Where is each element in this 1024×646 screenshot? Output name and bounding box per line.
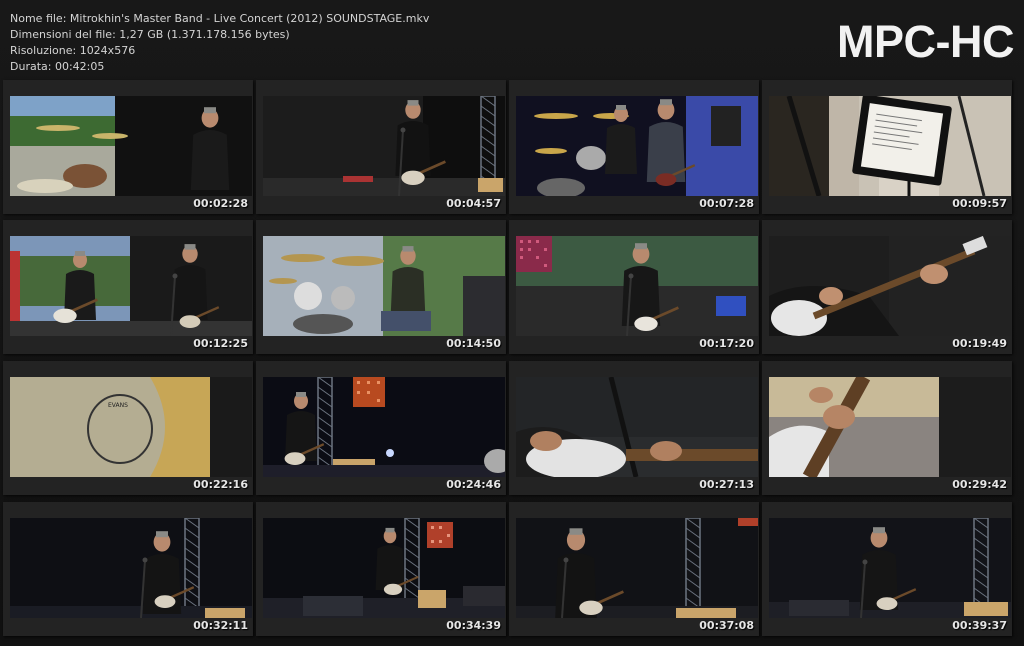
timestamp-label: 00:27:13 — [699, 478, 754, 491]
video-frame-image — [263, 518, 505, 618]
video-frame-image — [516, 518, 758, 618]
thumbnail-frame: 00:02:28 — [3, 80, 253, 214]
thumbnail-frame: 00:24:46 — [256, 361, 506, 495]
thumbnail-frame: 00:07:28 — [509, 80, 759, 214]
timestamp-label: 00:02:28 — [193, 197, 248, 210]
video-frame-image — [516, 236, 758, 336]
thumbnail-frame: 00:12:25 — [3, 220, 253, 354]
timestamp-label: 00:32:11 — [193, 619, 248, 632]
svg-text:EVANS: EVANS — [108, 402, 128, 409]
timestamp-label: 00:17:20 — [699, 337, 754, 350]
timestamp-label: 00:39:37 — [952, 619, 1007, 632]
video-frame-image — [10, 518, 252, 618]
video-frame-image — [263, 96, 505, 196]
video-frame-image — [10, 236, 252, 336]
timestamp-label: 00:04:57 — [446, 197, 501, 210]
timestamp-label: 00:07:28 — [699, 197, 754, 210]
video-frame-image — [769, 96, 1011, 196]
video-frame-image — [516, 96, 758, 196]
thumbnail-frame: EVANS 00:22:16 — [3, 361, 253, 495]
timestamp-label: 00:29:42 — [952, 478, 1007, 491]
timestamp-label: 00:09:57 — [952, 197, 1007, 210]
timestamp-label: 00:14:50 — [446, 337, 501, 350]
thumbnail-frame: 00:17:20 — [509, 220, 759, 354]
timestamp-label: 00:37:08 — [699, 619, 754, 632]
thumbnail-frame: 00:09:57 — [762, 80, 1012, 214]
thumbnail-frame: 00:04:57 — [256, 80, 506, 214]
thumbnail-frame: 00:19:49 — [762, 220, 1012, 354]
thumbnail-frame: 00:37:08 — [509, 502, 759, 636]
timestamp-label: 00:24:46 — [446, 478, 501, 491]
video-frame-image — [263, 236, 505, 336]
thumbnail-frame: 00:32:11 — [3, 502, 253, 636]
timestamp-label: 00:22:16 — [193, 478, 248, 491]
video-frame-image — [769, 377, 1011, 477]
thumbnail-frame: 00:27:13 — [509, 361, 759, 495]
video-frame-image — [516, 377, 758, 477]
thumbnail-frame: 00:14:50 — [256, 220, 506, 354]
thumbnail-sheet: Nome file: Mitrokhin's Master Band - Liv… — [0, 0, 1024, 646]
video-frame-image — [769, 236, 1011, 336]
thumbnail-grid: 00:02:28 00:04:57 00:07:28 00:09:57 00:1… — [0, 0, 1024, 646]
timestamp-label: 00:19:49 — [952, 337, 1007, 350]
thumbnail-frame: 00:34:39 — [256, 502, 506, 636]
video-frame-image: EVANS — [10, 377, 252, 477]
video-frame-image — [769, 518, 1011, 618]
video-frame-image — [10, 96, 252, 196]
timestamp-label: 00:12:25 — [193, 337, 248, 350]
thumbnail-frame: 00:29:42 — [762, 361, 1012, 495]
thumbnail-frame: 00:39:37 — [762, 502, 1012, 636]
video-frame-image — [263, 377, 505, 477]
timestamp-label: 00:34:39 — [446, 619, 501, 632]
